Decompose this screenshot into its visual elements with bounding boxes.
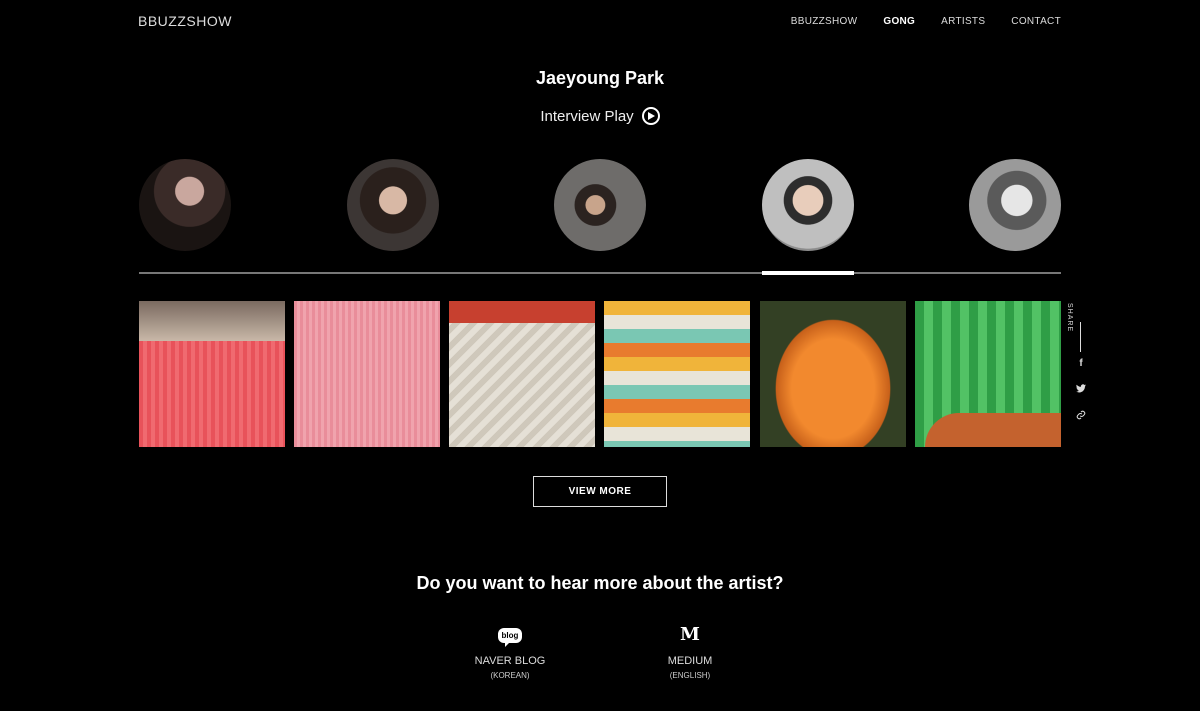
hear-more-heading: Do you want to hear more about the artis… — [416, 573, 784, 593]
naver-blog-sub: (KOREAN) — [490, 671, 530, 680]
link-icon[interactable] — [1074, 410, 1088, 423]
interview-play[interactable]: Interview Play — [0, 107, 1200, 125]
medium-icon: M — [680, 624, 700, 645]
artist-avatar-2[interactable] — [347, 159, 439, 251]
share-label: SHARE — [1066, 303, 1073, 333]
gallery-image-2[interactable] — [294, 301, 440, 447]
gallery-image-5[interactable] — [760, 301, 906, 447]
artist-name: Jaeyoung Park — [535, 68, 665, 88]
artist-avatar-1[interactable] — [139, 159, 231, 251]
main-nav: BBUZZSHOW GONG ARTISTS CONTACT — [765, 16, 1061, 27]
facebook-icon[interactable]: f — [1074, 358, 1088, 369]
naver-blog-icon: blog — [497, 628, 523, 647]
gallery-image-4[interactable] — [604, 301, 750, 447]
nav-contact[interactable]: CONTACT — [1011, 16, 1061, 27]
nav-gong[interactable]: GONG — [883, 16, 915, 27]
carousel-track[interactable] — [139, 272, 1061, 274]
site-logo[interactable]: BBUZZSHOW — [138, 13, 232, 29]
naver-blog-link[interactable]: blog NAVER BLOG (KOREAN) — [450, 625, 570, 680]
medium-sub: (ENGLISH) — [669, 671, 711, 680]
gallery-image-6[interactable] — [915, 301, 1061, 447]
artist-avatar-5[interactable] — [969, 159, 1061, 251]
medium-title: MEDIUM — [667, 655, 713, 667]
share-divider — [1080, 322, 1081, 352]
artist-avatar-4-active[interactable] — [762, 159, 854, 251]
carousel-track-indicator[interactable] — [762, 271, 854, 275]
artist-avatar-3[interactable] — [554, 159, 646, 251]
gallery-image-3[interactable] — [449, 301, 595, 447]
gallery-image-1[interactable] — [139, 301, 285, 447]
view-more-button[interactable]: VIEW MORE — [533, 476, 667, 507]
naver-blog-title: NAVER BLOG — [474, 655, 546, 667]
interview-play-label: Interview Play — [540, 107, 634, 125]
twitter-icon[interactable] — [1074, 384, 1088, 396]
medium-link[interactable]: M MEDIUM (ENGLISH) — [630, 624, 750, 681]
nav-bbuzzshow[interactable]: BBUZZSHOW — [791, 16, 858, 27]
play-icon[interactable] — [641, 107, 660, 125]
nav-artists[interactable]: ARTISTS — [941, 16, 985, 27]
